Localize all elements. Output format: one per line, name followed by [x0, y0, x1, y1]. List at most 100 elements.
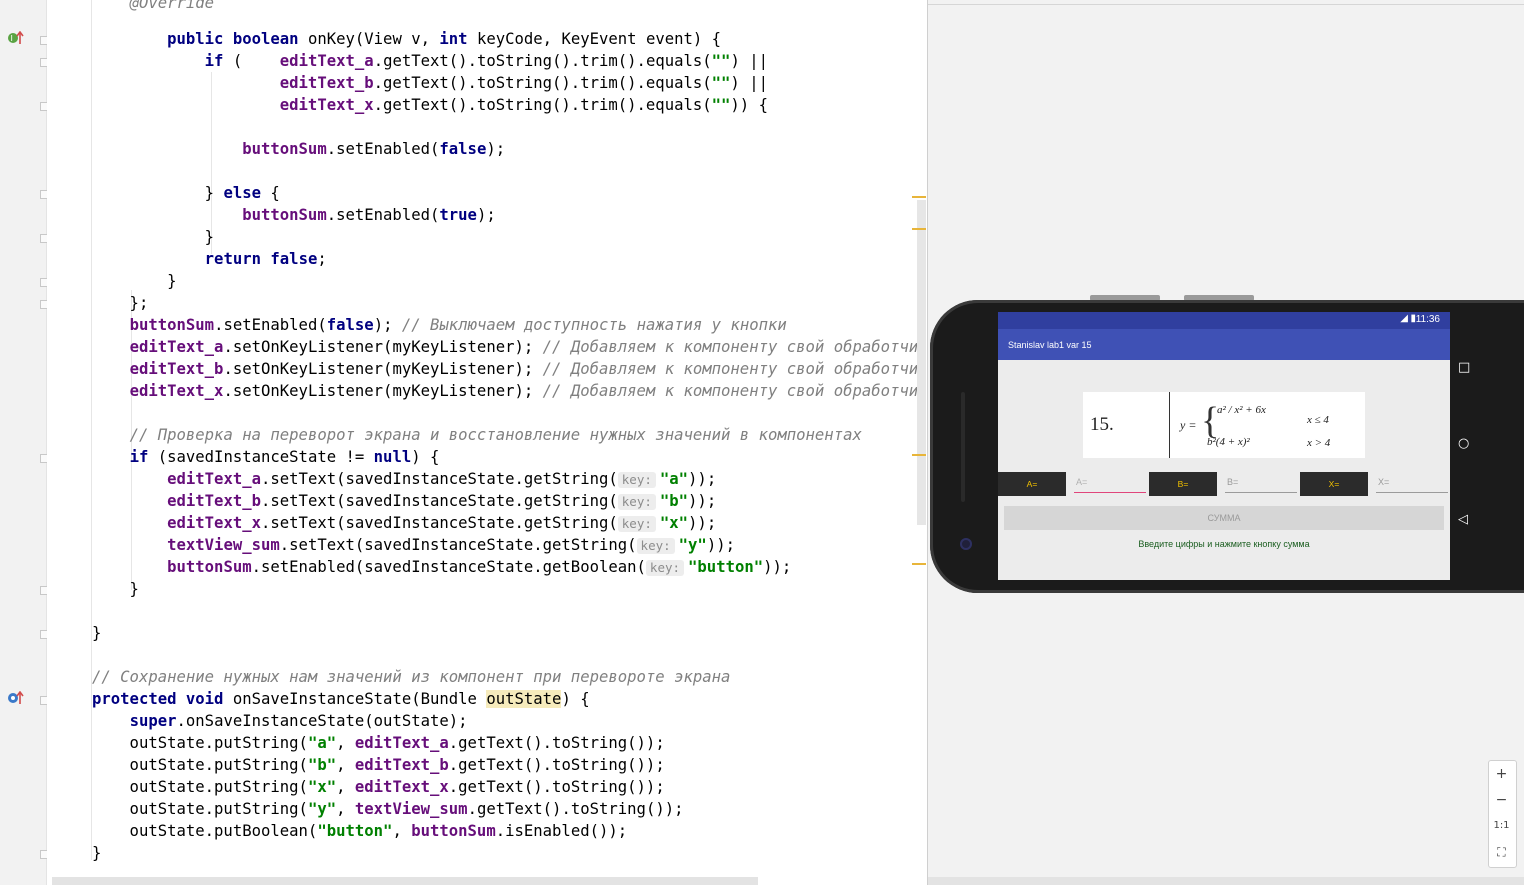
parameter-hint: key: [645, 559, 685, 576]
parameter-hint: key: [617, 493, 656, 510]
code-line[interactable]: outState.putString("y", textView_sum.get… [92, 798, 684, 820]
code-line[interactable]: buttonSum.setEnabled(false); // Выключае… [92, 314, 787, 336]
code-line[interactable]: } [92, 622, 101, 644]
code-line[interactable]: // Сохранение нужных нам значений из ком… [92, 666, 730, 688]
code-token: "y" [307, 800, 337, 818]
code-token: , [336, 756, 355, 774]
code-line[interactable]: super.onSaveInstanceState(outState); [92, 710, 468, 732]
code-line[interactable]: buttonSum.setEnabled(false); [92, 138, 505, 160]
code-token: protected [92, 690, 177, 708]
code-token: "a" [307, 734, 337, 752]
code-token: if [204, 52, 224, 70]
code-token: outState [486, 690, 562, 708]
code-token: buttonSum [167, 558, 252, 576]
code-line[interactable]: } [92, 578, 139, 600]
code-token: outState.putBoolean( [92, 822, 318, 840]
formula-cond1: x ≤ 4 [1307, 414, 1329, 426]
code-token: ); [476, 206, 496, 224]
code-token: true [439, 206, 477, 224]
code-editor[interactable]: @Override public boolean onKey(View v, i… [47, 0, 926, 885]
recent-apps-button[interactable]: □ [1458, 360, 1470, 375]
code-token: int [439, 30, 468, 48]
code-line[interactable]: } [92, 226, 214, 248]
code-line[interactable]: editText_b.getText().toString().trim().e… [92, 72, 768, 94]
code-line[interactable]: editText_x.setText(savedInstanceState.ge… [92, 512, 716, 534]
code-line[interactable]: editText_x.setOnKeyListener(myKeyListene… [92, 380, 926, 402]
code-token: buttonSum [242, 140, 327, 158]
code-line[interactable]: textView_sum.setText(savedInstanceState.… [92, 534, 735, 556]
code-line[interactable]: editText_b.setOnKeyListener(myKeyListene… [92, 358, 926, 380]
code-line[interactable]: } [92, 842, 101, 864]
zoom-out-button[interactable]: − [1489, 789, 1514, 811]
code-line[interactable]: } [92, 270, 177, 292]
code-token: ; [317, 250, 327, 268]
code-line[interactable]: }; [92, 292, 149, 314]
code-line[interactable]: public boolean onKey(View v, int keyCode… [92, 28, 721, 50]
code-token: buttonSum [411, 822, 496, 840]
code-token: false [270, 250, 318, 268]
override-marker-icon[interactable] [7, 691, 25, 705]
sum-button[interactable]: СУММА [1004, 506, 1444, 530]
code-line[interactable]: editText_a.setOnKeyListener(myKeyListene… [92, 336, 926, 358]
code-line[interactable]: protected void onSaveInstanceState(Bundl… [92, 688, 590, 710]
code-line[interactable]: outState.putString("x", editText_x.getTe… [92, 776, 665, 798]
code-token: textView_sum [167, 536, 280, 554]
error-stripe-marker[interactable] [912, 196, 926, 198]
preview-scrollbar[interactable] [928, 877, 1524, 885]
code-token: // Добавляем к компоненту свой обработчи… [542, 338, 926, 356]
code-line[interactable]: outState.putString("b", editText_b.getTe… [92, 754, 665, 776]
code-line[interactable]: } else { [92, 182, 280, 204]
code-token: // Добавляем к компоненту свой обработчи… [542, 382, 926, 400]
override-marker-icon[interactable]: I [7, 31, 25, 45]
code-line[interactable]: outState.putBoolean("button", buttonSum.… [92, 820, 628, 842]
code-line[interactable]: editText_a.setText(savedInstanceState.ge… [92, 468, 716, 490]
input-x[interactable]: X= [1376, 472, 1448, 493]
zoom-in-button[interactable]: + [1489, 763, 1514, 785]
code-line[interactable]: buttonSum.setEnabled(true); [92, 204, 496, 226]
actual-size-button[interactable]: 1:1 [1489, 815, 1514, 837]
code-token: .setEnabled( [326, 206, 440, 224]
code-line[interactable]: return false; [92, 248, 327, 270]
code-token: .setText(savedInstanceState.getString( [261, 470, 618, 488]
code-token: .onSaveInstanceState(outState); [176, 712, 468, 730]
code-token: )) { [730, 96, 768, 114]
code-token: void [185, 690, 224, 708]
back-button[interactable]: ◁ [1458, 512, 1468, 527]
error-stripe-marker[interactable] [912, 563, 926, 565]
code-token: outState.putString( [92, 778, 308, 796]
code-line[interactable]: outState.putString("a", editText_a.getTe… [92, 732, 665, 754]
code-token: ) || [730, 52, 769, 70]
code-token: editText_x [354, 778, 449, 796]
input-a[interactable]: A= [1074, 472, 1146, 493]
error-stripe-marker[interactable] [912, 454, 926, 456]
code-token: .setText(savedInstanceState.getString( [279, 536, 637, 554]
horizontal-scrollbar[interactable] [52, 877, 758, 885]
code-token: } [92, 272, 177, 290]
code-token: "button" [688, 558, 764, 576]
error-stripe-marker[interactable] [912, 228, 926, 230]
label-b: B= [1149, 472, 1217, 496]
editor-gutter: I [0, 0, 49, 885]
input-b[interactable]: B= [1225, 472, 1297, 493]
zoom-to-fit-button[interactable]: ⛶ [1489, 841, 1514, 863]
code-line[interactable]: // Проверка на переворот экрана и восста… [92, 424, 862, 446]
home-button[interactable]: ○ [1458, 436, 1469, 451]
layout-preview-panel: ◢ ▮ 11:36 Stanislav lab1 var 15 15. y = … [927, 0, 1524, 885]
parameter-hint: key: [617, 471, 656, 488]
code-line[interactable]: if (savedInstanceState != null) { [92, 446, 440, 468]
code-line[interactable]: if ( editText_a.getText().toString().tri… [92, 50, 768, 72]
code-line[interactable]: editText_b.setText(savedInstanceState.ge… [92, 490, 716, 512]
code-line[interactable]: buttonSum.setEnabled(savedInstanceState.… [92, 556, 791, 578]
code-line[interactable]: @Override [92, 0, 215, 14]
code-line[interactable]: editText_x.getText().toString().trim().e… [92, 94, 768, 116]
formula-y: y = [1180, 418, 1197, 432]
formula-cond2: x > 4 [1307, 437, 1331, 449]
vertical-scrollbar[interactable] [917, 200, 926, 525]
code-token: ); [373, 316, 402, 334]
